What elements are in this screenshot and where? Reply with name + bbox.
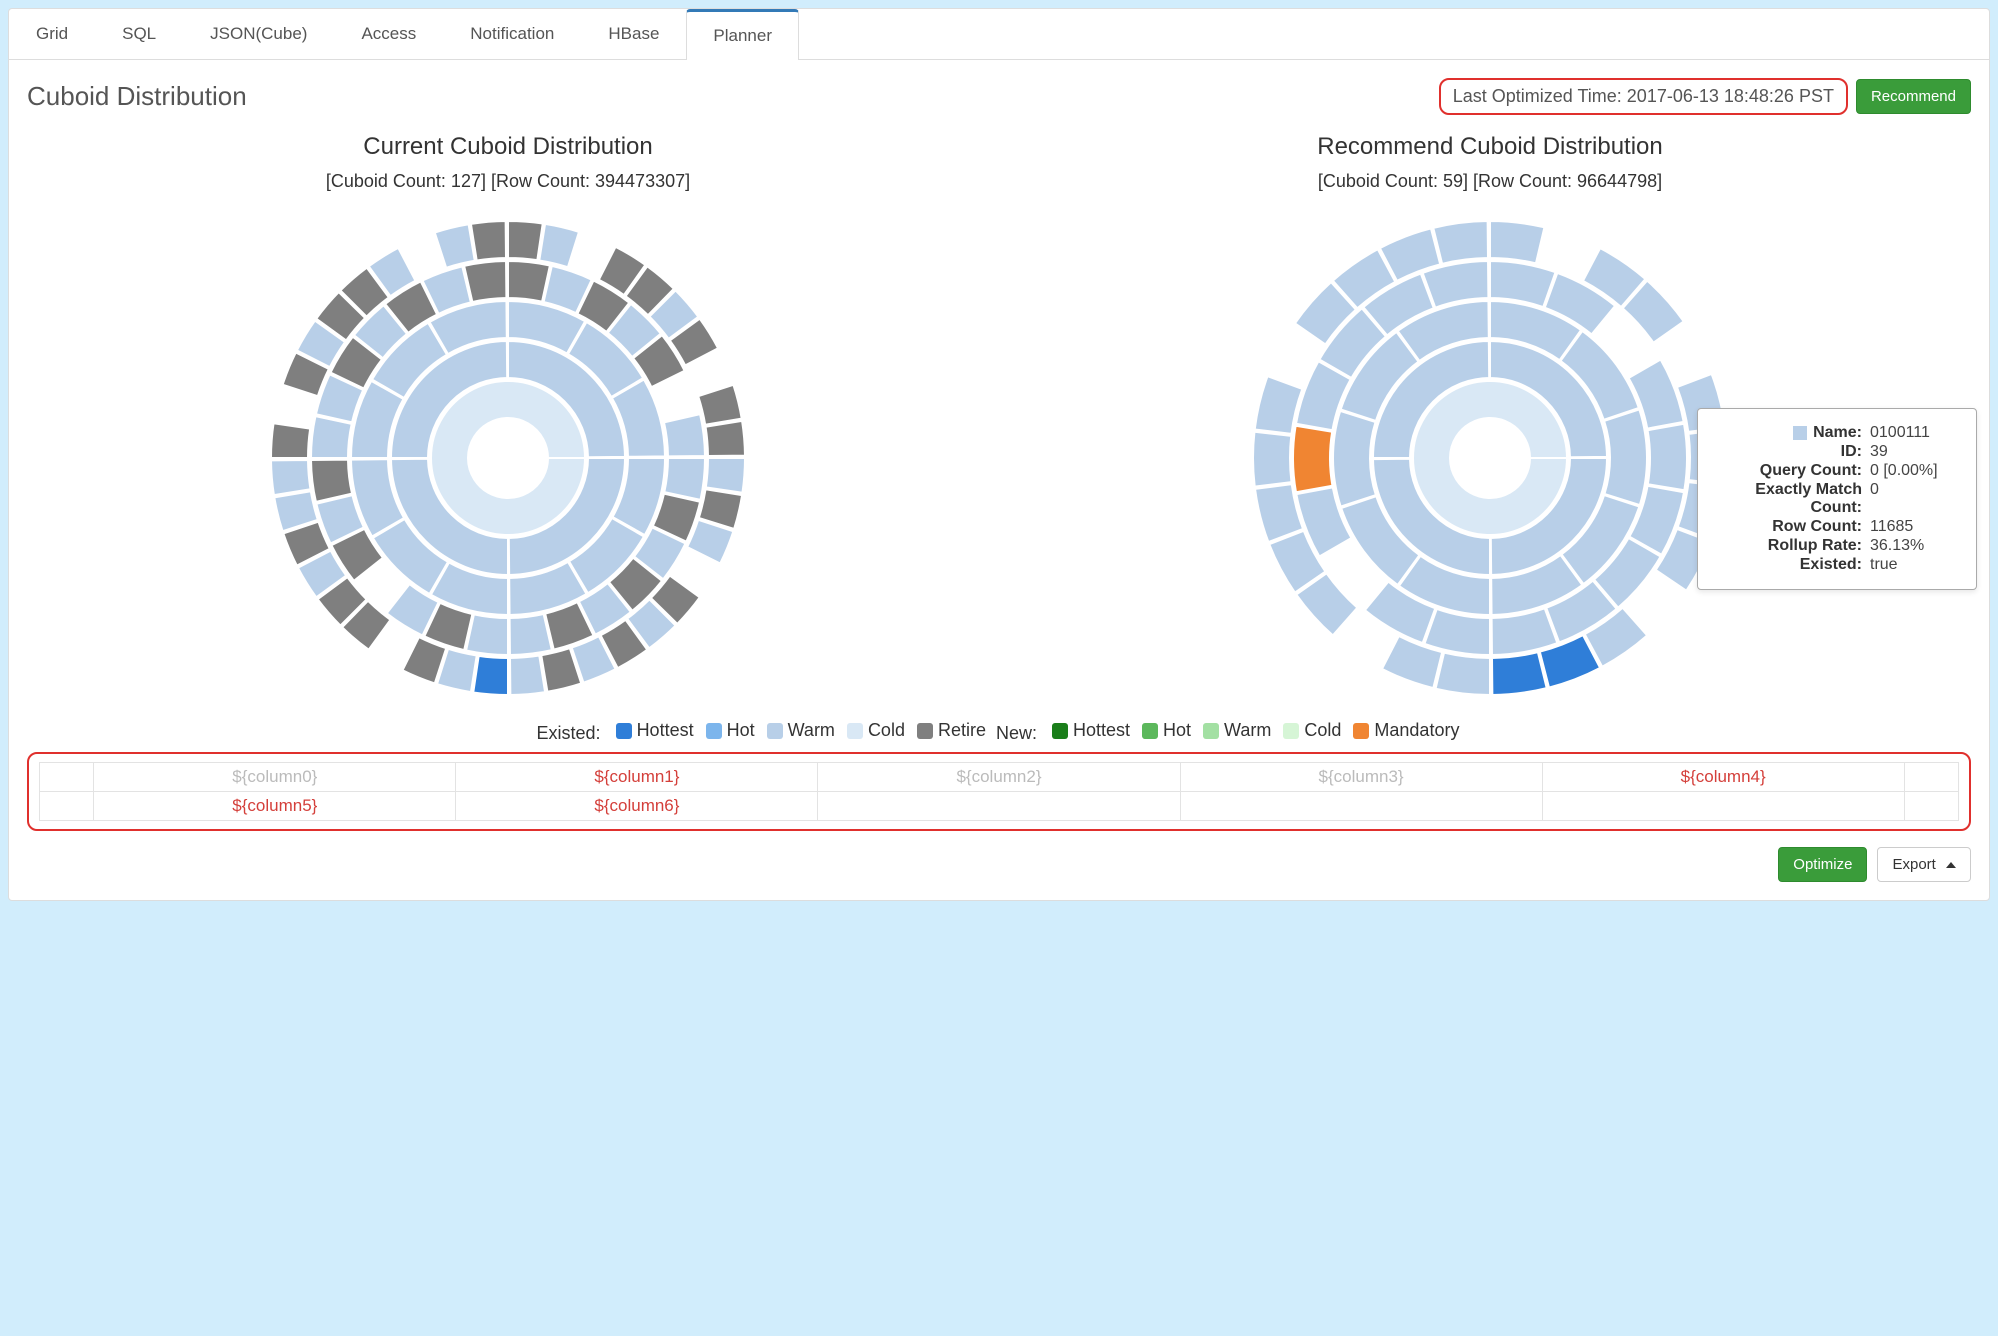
tooltip-row: Rollup Rate:36.13% [1714, 537, 1960, 555]
legend-group-label: Existed: [537, 723, 606, 743]
tooltip-row: ID:39 [1714, 443, 1960, 461]
column-tail-cell [1904, 762, 1958, 791]
tab-hbase[interactable]: HBase [581, 9, 686, 60]
legend-item-hottest[interactable]: Hottest [1052, 720, 1130, 741]
caret-up-icon [1946, 862, 1956, 868]
column-tail-cell [1904, 791, 1958, 820]
charts-row: Current Cuboid Distribution [Cuboid Coun… [27, 133, 1971, 708]
legend-item-hottest[interactable]: Hottest [616, 720, 694, 741]
current-chart-column: Current Cuboid Distribution [Cuboid Coun… [27, 133, 989, 708]
export-button[interactable]: Export [1877, 847, 1971, 882]
column-cell: ${column5} [94, 791, 456, 820]
tooltip-row: Existed:true [1714, 556, 1960, 574]
column-cell: ${column6} [456, 791, 818, 820]
tab-access[interactable]: Access [334, 9, 443, 60]
current-sunburst[interactable] [27, 208, 989, 708]
column-cell [818, 791, 1180, 820]
optimize-button[interactable]: Optimize [1778, 847, 1867, 882]
tab-content: Cuboid Distribution Last Optimized Time:… [9, 60, 1989, 900]
recommend-button[interactable]: Recommend [1856, 79, 1971, 114]
legend-item-retire[interactable]: Retire [917, 720, 986, 741]
columns-highlight-box: ${column0}${column1}${column2}${column3}… [27, 752, 1971, 831]
tab-sql[interactable]: SQL [95, 9, 183, 60]
page-title: Cuboid Distribution [27, 81, 247, 112]
main-panel: GridSQLJSON(Cube)AccessNotificationHBase… [8, 8, 1990, 901]
column-lead-cell [40, 762, 94, 791]
tab-bar: GridSQLJSON(Cube)AccessNotificationHBase… [9, 9, 1989, 60]
tooltip-row: Name:0100111 [1714, 424, 1960, 442]
column-cell: ${column3} [1180, 762, 1542, 791]
column-cell: ${column2} [818, 762, 1180, 791]
columns-row-2: ${column5}${column6} [40, 791, 1959, 820]
legend-item-hot[interactable]: Hot [706, 720, 755, 741]
last-optimized-time: Last Optimized Time: 2017-06-13 18:48:26… [1439, 78, 1848, 115]
recommend-chart-subtitle: [Cuboid Count: 59] [Row Count: 96644798] [1009, 171, 1971, 192]
columns-table: ${column0}${column1}${column2}${column3}… [39, 762, 1959, 821]
legend-item-warm[interactable]: Warm [1203, 720, 1271, 741]
column-cell: ${column4} [1542, 762, 1904, 791]
tab-json-cube-[interactable]: JSON(Cube) [183, 9, 334, 60]
tooltip-row: Exactly Match Count:0 [1714, 481, 1960, 517]
tab-notification[interactable]: Notification [443, 9, 581, 60]
legend-item-hot[interactable]: Hot [1142, 720, 1191, 741]
legend-group-label: New: [996, 723, 1042, 743]
current-chart-title: Current Cuboid Distribution [27, 133, 989, 161]
cuboid-tooltip: Name:0100111ID:39Query Count:0 [0.00%]Ex… [1697, 408, 1977, 590]
column-cell [1542, 791, 1904, 820]
legend-item-cold[interactable]: Cold [1283, 720, 1341, 741]
column-cell [1180, 791, 1542, 820]
tooltip-row: Row Count:11685 [1714, 518, 1960, 536]
tab-planner[interactable]: Planner [686, 9, 799, 60]
recommend-chart-column: Recommend Cuboid Distribution [Cuboid Co… [1009, 133, 1971, 708]
legend-item-warm[interactable]: Warm [767, 720, 835, 741]
current-chart-subtitle: [Cuboid Count: 127] [Row Count: 39447330… [27, 171, 989, 192]
chart-legend: Existed: Hottest Hot Warm Cold Retire New: Ho… [27, 720, 1971, 744]
recommend-chart-title: Recommend Cuboid Distribution [1009, 133, 1971, 161]
last-optimized-label: Last Optimized Time: [1453, 86, 1622, 106]
columns-row-1: ${column0}${column1}${column2}${column3}… [40, 762, 1959, 791]
column-cell: ${column0} [94, 762, 456, 791]
column-lead-cell [40, 791, 94, 820]
legend-item-mandatory[interactable]: Mandatory [1353, 720, 1459, 741]
export-label: Export [1892, 856, 1935, 873]
header-actions: Last Optimized Time: 2017-06-13 18:48:26… [1439, 78, 1971, 115]
tab-grid[interactable]: Grid [9, 9, 95, 60]
footer-actions: Optimize Export [27, 847, 1971, 882]
recommend-sunburst[interactable]: Name:0100111ID:39Query Count:0 [0.00%]Ex… [1009, 208, 1971, 708]
tooltip-row: Query Count:0 [0.00%] [1714, 462, 1960, 480]
header-row: Cuboid Distribution Last Optimized Time:… [27, 78, 1971, 115]
legend-item-cold[interactable]: Cold [847, 720, 905, 741]
last-optimized-value: 2017-06-13 18:48:26 PST [1627, 86, 1834, 106]
column-cell: ${column1} [456, 762, 818, 791]
